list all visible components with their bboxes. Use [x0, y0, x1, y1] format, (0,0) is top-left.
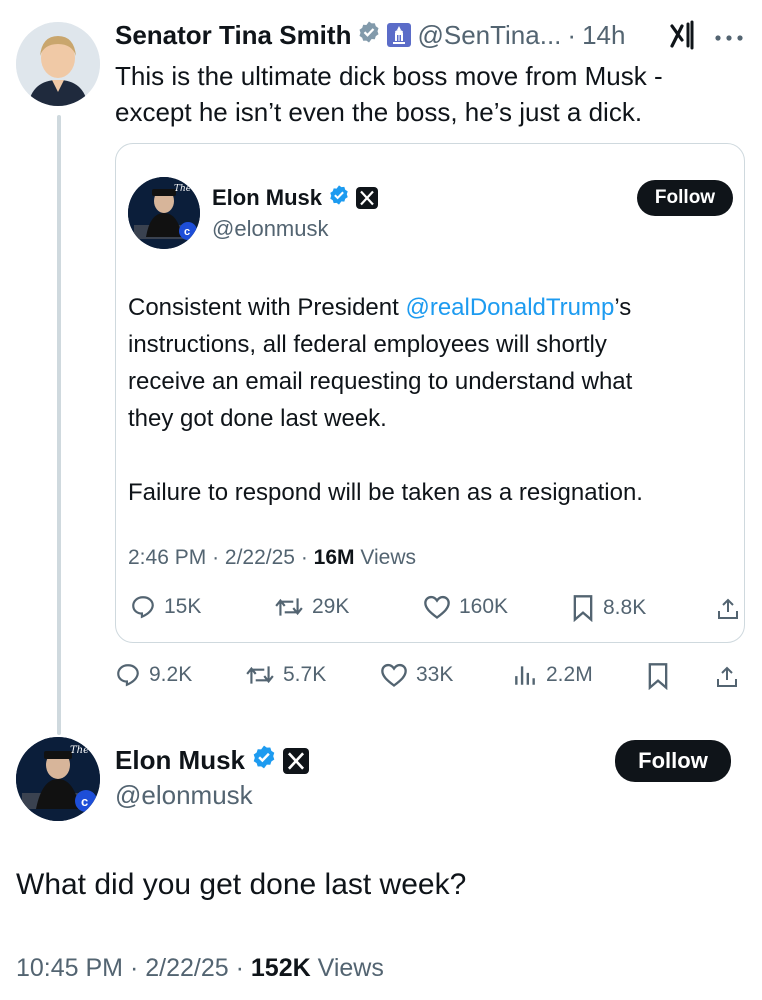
reply-time[interactable]: 10:45 PM	[16, 954, 123, 982]
repost-icon	[246, 666, 274, 684]
quoted-text-line: receive an email requesting to understan…	[128, 368, 633, 395]
verified-gray-icon	[357, 20, 381, 51]
follow-button-reply[interactable]: Follow	[615, 740, 731, 782]
reply-tweet-text: What did you get done last week?	[16, 868, 467, 901]
reply-date[interactable]: 2/22/25	[145, 954, 228, 982]
tweet-header: Senator Tina Smith @SenTina... · 14h	[115, 16, 625, 54]
views-count: 2.2M	[546, 663, 593, 686]
quoted-tweet-text: Consistent with President @realDonaldTru…	[128, 289, 643, 511]
quoted-text-line: instructions, all federal employees will…	[128, 331, 607, 358]
likes-count: 33K	[416, 663, 454, 686]
share-icon	[718, 598, 738, 619]
verified-icon	[328, 184, 350, 212]
reply-author-handle[interactable]: @elonmusk	[115, 780, 253, 811]
quoted-replies-count: 15K	[164, 595, 202, 618]
quoted-time[interactable]: 2:46 PM	[128, 546, 206, 569]
quoted-meta: 2:46 PM · 2/22/25 · 16M Views	[128, 546, 416, 570]
quoted-share-action[interactable]	[716, 596, 740, 622]
mention-link[interactable]: @realDonaldTrump	[405, 294, 614, 321]
avatar-elon-musk-reply[interactable]: The c	[16, 737, 100, 821]
share-icon	[717, 666, 737, 687]
author-handle[interactable]: @SenTina...	[417, 20, 561, 51]
reply-icon	[117, 664, 139, 687]
views-action[interactable]: 2.2M	[512, 662, 593, 688]
bookmark-action[interactable]	[646, 662, 670, 690]
quoted-bookmark-action[interactable]: 8.8K	[571, 594, 646, 622]
reply-header: Elon Musk	[115, 744, 310, 777]
timestamp[interactable]: 14h	[582, 20, 625, 51]
replies-count: 9.2K	[149, 663, 193, 686]
text-segment: Consistent with President	[128, 294, 406, 321]
quoted-author-handle[interactable]: @elonmusk	[212, 216, 329, 242]
like-icon	[424, 595, 450, 619]
quoted-text-line: Consistent with President @realDonaldTru…	[128, 289, 643, 326]
svg-text:The: The	[174, 184, 191, 194]
bookmark-icon	[573, 595, 593, 622]
share-action[interactable]	[715, 664, 739, 690]
svg-text:The: The	[70, 745, 89, 756]
x-logo-icon	[356, 187, 379, 209]
repost-icon	[275, 598, 303, 616]
grok-icon[interactable]	[668, 20, 700, 52]
follow-button[interactable]: Follow	[637, 180, 733, 216]
quoted-text-line: Failure to respond will be taken as a re…	[128, 479, 643, 506]
reposts-count: 5.7K	[283, 663, 327, 686]
reply-icon	[132, 596, 154, 619]
reply-action[interactable]: 9.2K	[115, 662, 192, 688]
quoted-bookmarks-count: 8.8K	[603, 596, 647, 619]
tweet-text: This is the ultimate dick boss move from…	[115, 58, 663, 130]
quoted-tweet-card[interactable]: The c Elon Musk @elonmusk Follow Consist…	[115, 143, 745, 643]
verified-icon	[251, 744, 277, 777]
quoted-reposts-count: 29K	[312, 595, 350, 618]
separator-dot: ·	[235, 954, 244, 982]
quoted-date[interactable]: 2/22/25	[225, 546, 295, 569]
quoted-reply-action[interactable]: 15K	[130, 594, 201, 620]
svg-text:c: c	[81, 794, 88, 809]
author-name[interactable]: Senator Tina Smith	[115, 20, 351, 51]
separator-dot: ·	[567, 19, 577, 50]
thread-connector-line	[57, 115, 61, 735]
quoted-views-count: 16M	[313, 546, 355, 569]
more-icon[interactable]	[712, 30, 746, 41]
reply-meta: 10:45 PM · 2/22/25 · 152K Views	[16, 954, 384, 983]
like-action[interactable]: 33K	[380, 662, 453, 688]
views-icon	[515, 666, 535, 685]
tweet-text-line: This is the ultimate dick boss move from…	[115, 61, 663, 91]
government-badge-icon	[387, 23, 412, 47]
like-icon	[381, 663, 407, 687]
svg-text:c: c	[184, 226, 190, 238]
bookmark-icon	[648, 663, 668, 690]
separator-dot: ·	[129, 954, 139, 982]
separator-dot: ·	[300, 546, 308, 569]
repost-action[interactable]: 5.7K	[245, 662, 326, 688]
reply-author-name[interactable]: Elon Musk	[115, 745, 245, 776]
quoted-views-label: Views	[360, 546, 417, 569]
quoted-author-name[interactable]: Elon Musk	[212, 185, 322, 211]
avatar-tina-smith[interactable]	[16, 22, 100, 106]
quoted-like-action[interactable]: 160K	[423, 594, 508, 620]
quoted-header: Elon Musk	[212, 184, 379, 212]
reply-views-label: Views	[317, 954, 384, 982]
x-logo-icon	[283, 747, 310, 774]
quoted-repost-action[interactable]: 29K	[274, 594, 349, 620]
separator-dot: ·	[212, 546, 220, 569]
tweet-text-line: except he isn’t even the boss, he’s just…	[115, 97, 643, 127]
quoted-likes-count: 160K	[459, 595, 509, 618]
reply-views-count: 152K	[250, 954, 311, 982]
avatar-elon-musk[interactable]: The c	[128, 177, 200, 249]
quoted-text-line: they got done last week.	[128, 405, 387, 432]
text-segment: ’s	[614, 294, 632, 321]
